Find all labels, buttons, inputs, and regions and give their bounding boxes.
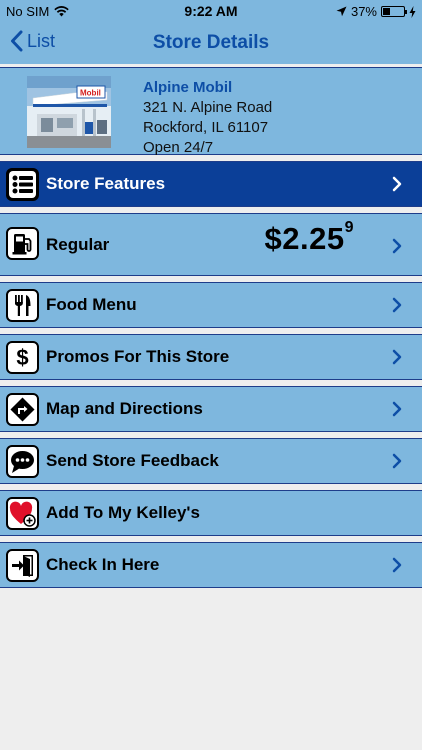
menu-label-feedback: Send Store Feedback xyxy=(46,451,219,470)
fuel-price-main: $2.25 xyxy=(264,221,345,256)
battery-icon xyxy=(381,6,407,17)
chat-bubble-icon xyxy=(6,445,39,478)
menu-row-promos[interactable]: $ Promos For This Store xyxy=(0,334,422,380)
menu-label-check-in: Check In Here xyxy=(46,555,160,574)
menu-row-add-favorite[interactable]: Add To My Kelley's xyxy=(0,490,422,536)
fuel-price-fraction: 9 xyxy=(344,219,354,236)
fuel-grade-label: Regular xyxy=(46,235,110,254)
chevron-right-icon xyxy=(392,557,402,573)
location-arrow-icon xyxy=(336,6,347,17)
menu-label-map: Map and Directions xyxy=(46,399,203,418)
menu-row-check-in[interactable]: Check In Here xyxy=(0,542,422,588)
store-city: Rockford, IL 61107 xyxy=(143,119,269,136)
menu-label-favorites: Add To My Kelley's xyxy=(46,503,200,522)
store-info: Alpine Mobil 321 N. Alpine Road Rockford… xyxy=(143,78,272,158)
store-hours: Open 24/7 xyxy=(143,139,214,156)
menu-row-map-directions[interactable]: Map and Directions xyxy=(0,386,422,432)
fuel-price: $2.259 xyxy=(264,219,354,257)
mobil-sign-text: Mobil xyxy=(80,89,101,98)
dollar-sign-icon: $ xyxy=(6,341,39,374)
menu-row-food-menu[interactable]: Food Menu xyxy=(0,282,422,328)
svg-text:$: $ xyxy=(16,345,28,370)
menu-row-feedback[interactable]: Send Store Feedback xyxy=(0,438,422,484)
charging-bolt-icon xyxy=(409,5,416,18)
menu-label-food-menu: Food Menu xyxy=(46,295,137,314)
chevron-right-icon xyxy=(392,297,402,313)
status-right: 37% xyxy=(336,4,416,19)
chevron-right-icon xyxy=(392,176,402,192)
menu-label-promos: Promos For This Store xyxy=(46,347,230,366)
menu-row-store-features[interactable]: Store Features xyxy=(0,161,422,207)
fork-knife-icon xyxy=(6,289,39,322)
page-title: Store Details xyxy=(152,32,270,53)
directions-icon xyxy=(6,393,39,426)
menu-label-store-features: Store Features xyxy=(46,174,166,193)
store-summary: Mobil Alpine Mobil 321 N. Alpine Road Ro… xyxy=(0,67,422,158)
chevron-right-icon xyxy=(392,453,402,469)
store-name: Alpine Mobil xyxy=(143,79,233,96)
battery-percent: 37% xyxy=(350,4,377,19)
heart-plus-icon xyxy=(6,497,39,530)
status-bar: No SIM 9:22 AM 37% xyxy=(0,0,422,22)
check-in-door-icon xyxy=(6,549,39,582)
battery-fill xyxy=(383,8,390,15)
fuel-pump-icon xyxy=(6,227,39,260)
list-icon xyxy=(6,168,39,201)
chevron-right-icon xyxy=(392,401,402,417)
menu-row-regular-price[interactable]: Regular $2.259 xyxy=(0,213,422,276)
chevron-right-icon xyxy=(392,238,402,254)
store-address: 321 N. Alpine Road xyxy=(143,99,273,116)
store-photo: Mobil xyxy=(27,76,111,148)
navigation-bar: List Store Details xyxy=(0,22,422,64)
chevron-right-icon xyxy=(392,349,402,365)
